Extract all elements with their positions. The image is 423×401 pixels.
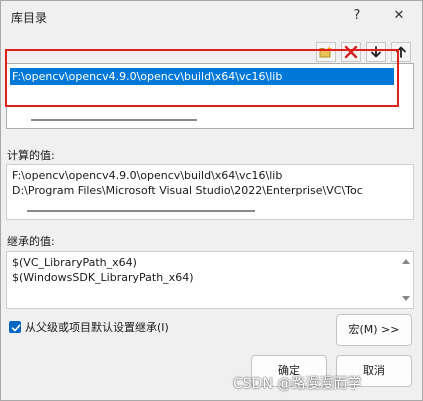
- cancel-button[interactable]: 取消: [336, 355, 412, 387]
- inherit-checkbox-label[interactable]: 从父级或项目默认设置继承(I): [25, 319, 169, 335]
- checkmark-icon: [11, 324, 21, 332]
- move-down-icon: [371, 46, 381, 58]
- vertical-scrollbar[interactable]: [401, 255, 411, 305]
- dialog-title: 库目录: [11, 11, 48, 25]
- scroll-up-icon[interactable]: [402, 259, 410, 264]
- computed-line: D:\Program Files\Microsoft Visual Studio…: [12, 184, 363, 197]
- library-directories-dialog: 库目录 ? ✕ F:\opencv\opencv4.9.0\opencv\bui…: [0, 0, 423, 401]
- delete-icon: [344, 45, 358, 59]
- move-up-icon: [396, 46, 406, 58]
- help-button[interactable]: ?: [346, 5, 368, 27]
- close-button[interactable]: ✕: [386, 5, 412, 27]
- horizontal-scrollbar[interactable]: [27, 210, 255, 212]
- ok-button[interactable]: 确定: [251, 355, 327, 387]
- horizontal-scrollbar[interactable]: [31, 119, 197, 121]
- move-down-button[interactable]: [366, 42, 386, 62]
- macros-button[interactable]: 宏(M) >>: [336, 314, 412, 346]
- inherited-line: $(VC_LibraryPath_x64): [12, 256, 137, 269]
- inherited-values-label: 继承的值:: [7, 235, 55, 248]
- paths-listbox[interactable]: F:\opencv\opencv4.9.0\opencv\build\x64\v…: [6, 63, 414, 129]
- inherit-checkbox[interactable]: [9, 321, 21, 333]
- computed-values-label: 计算的值:: [7, 149, 55, 162]
- new-line-button[interactable]: [316, 42, 336, 62]
- computed-line: F:\opencv\opencv4.9.0\opencv\build\x64\v…: [12, 169, 283, 182]
- scroll-down-icon[interactable]: [402, 296, 410, 301]
- list-item-selected[interactable]: F:\opencv\opencv4.9.0\opencv\build\x64\v…: [10, 68, 394, 85]
- title-bar: 库目录 ? ✕: [1, 1, 422, 33]
- new-folder-icon: [319, 46, 332, 58]
- move-up-button[interactable]: [391, 42, 411, 62]
- inherited-line: $(WindowsSDK_LibraryPath_x64): [12, 271, 194, 284]
- inherited-values-box: $(VC_LibraryPath_x64) $(WindowsSDK_Libra…: [6, 251, 414, 309]
- delete-line-button[interactable]: [341, 42, 361, 62]
- computed-values-box: F:\opencv\opencv4.9.0\opencv\build\x64\v…: [6, 164, 414, 220]
